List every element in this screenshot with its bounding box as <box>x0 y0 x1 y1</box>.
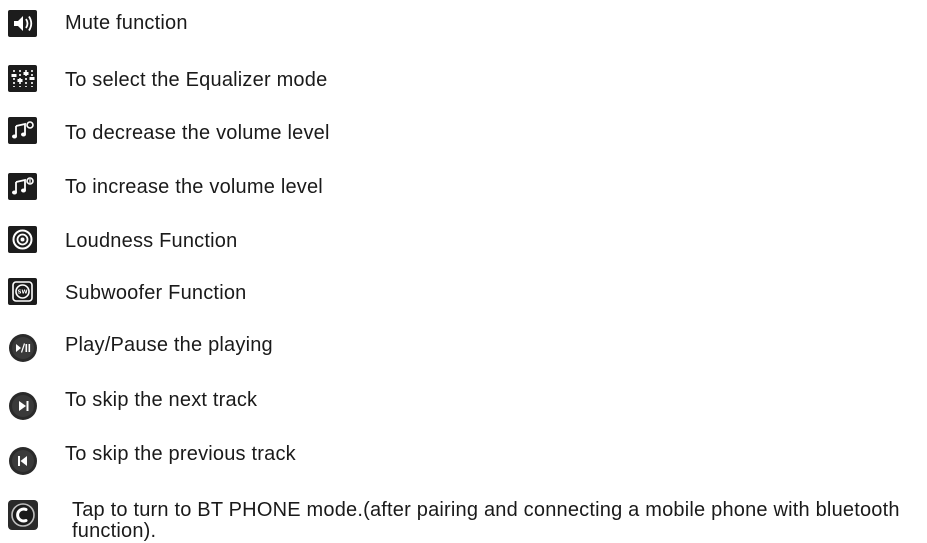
volume-down-icon[interactable] <box>8 117 37 144</box>
item-label: To skip the next track <box>65 389 258 411</box>
loudness-icon[interactable] <box>8 226 37 253</box>
item-label: To select the Equalizer mode <box>65 69 328 91</box>
item-label: To decrease the volume level <box>65 122 330 144</box>
speaker-mute-icon[interactable] <box>8 10 37 37</box>
item-label: Play/Pause the playing <box>65 334 273 356</box>
play-pause-icon[interactable] <box>8 333 38 363</box>
item-label: To increase the volume level <box>65 176 323 198</box>
equalizer-icon[interactable] <box>8 65 37 92</box>
item-label: To skip the previous track <box>65 443 296 465</box>
bt-phone-icon[interactable] <box>8 500 38 530</box>
subwoofer-icon[interactable]: SW <box>8 278 37 305</box>
subwoofer-icon-text: SW <box>17 290 27 296</box>
item-label: Subwoofer Function <box>65 282 247 304</box>
item-label: Loudness Function <box>65 230 238 252</box>
next-track-icon[interactable] <box>8 391 38 421</box>
previous-track-icon[interactable] <box>8 446 38 476</box>
item-label: Mute function <box>65 12 188 34</box>
volume-up-icon[interactable] <box>8 173 37 200</box>
item-label: Tap to turn to BT PHONE mode.(after pair… <box>72 499 900 542</box>
